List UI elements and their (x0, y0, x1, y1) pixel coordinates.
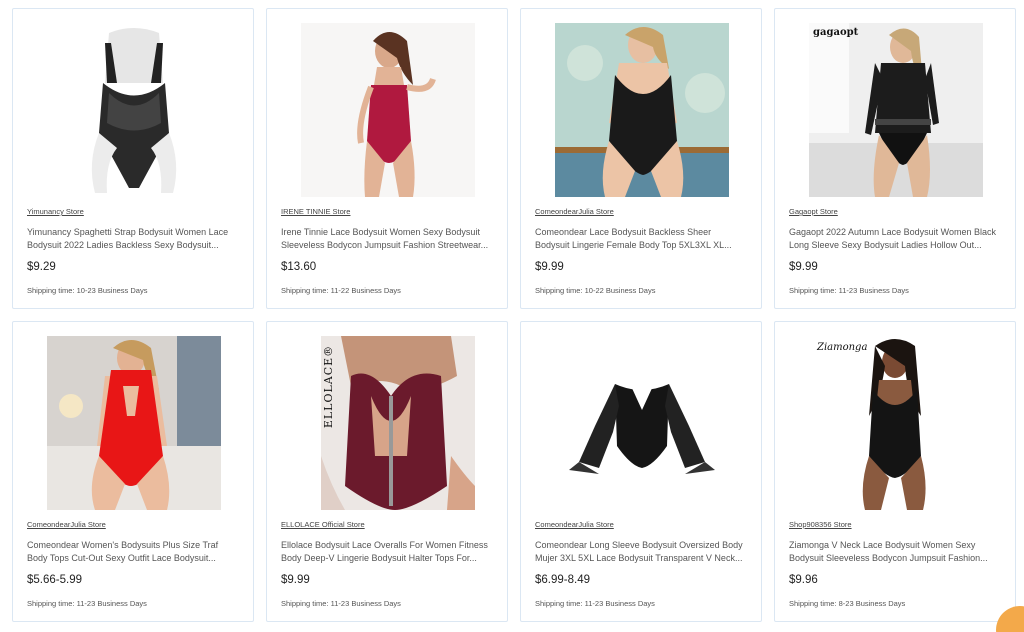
shipping-time: Shipping time: 11-23 Business Days (27, 599, 147, 608)
product-title[interactable]: Ziamonga V Neck Lace Bodysuit Women Sexy… (789, 539, 1001, 565)
brand-logo: Ziamonga (817, 342, 868, 353)
product-card[interactable]: ELLOLACE® ELLOLACE Official Store Ellola… (266, 321, 508, 622)
product-price: $9.99 (535, 261, 564, 273)
shipping-time: Shipping time: 11-23 Business Days (535, 599, 655, 608)
store-link[interactable]: ComeondearJulia Store (535, 520, 614, 529)
shipping-time: Shipping time: 10-23 Business Days (27, 286, 148, 295)
shipping-time: Shipping time: 11-23 Business Days (281, 599, 401, 608)
store-link[interactable]: Yimunancy Store (27, 207, 84, 216)
product-card[interactable]: Ziamonga Shop908356 Store Ziamonga V Nec… (774, 321, 1016, 622)
product-card[interactable]: IRENE TINNIE Store Irene Tinnie Lace Bod… (266, 8, 508, 309)
shipping-time: Shipping time: 8-23 Business Days (789, 599, 906, 608)
product-price: $9.29 (27, 261, 56, 273)
product-title[interactable]: Comeondear Lace Bodysuit Backless Sheer … (535, 226, 747, 252)
product-price: $13.60 (281, 261, 317, 273)
product-image[interactable] (555, 23, 729, 197)
product-title[interactable]: Ellolace Bodysuit Lace Overalls For Wome… (281, 539, 493, 565)
store-link[interactable]: ELLOLACE Official Store (281, 520, 365, 529)
product-image[interactable]: Ziamonga (809, 336, 983, 510)
product-card[interactable]: gagaopt Gagaopt Store Gagaopt 2022 Autum… (774, 8, 1016, 309)
brand-logo: gagaopt (813, 27, 859, 38)
store-link[interactable]: ComeondearJulia Store (535, 207, 614, 216)
shipping-time: Shipping time: 11-23 Business Days (789, 286, 909, 295)
product-title[interactable]: Irene Tinnie Lace Bodysuit Women Sexy Bo… (281, 226, 493, 252)
product-card[interactable]: Yimunancy Store Yimunancy Spaghetti Stra… (12, 8, 254, 309)
product-image[interactable] (555, 336, 729, 510)
product-image[interactable] (47, 23, 221, 197)
product-card[interactable]: ComeondearJulia Store Comeondear Lace Bo… (520, 8, 762, 309)
product-card[interactable]: ComeondearJulia Store Comeondear Women's… (12, 321, 254, 622)
product-price: $6.99-8.49 (535, 574, 590, 586)
product-price: $9.99 (789, 261, 818, 273)
product-image[interactable]: ELLOLACE® (301, 336, 475, 510)
product-image[interactable]: gagaopt (809, 23, 983, 197)
brand-logo: ELLOLACE® (322, 344, 336, 429)
product-card[interactable]: ComeondearJulia Store Comeondear Long Sl… (520, 321, 762, 622)
product-title[interactable]: Yimunancy Spaghetti Strap Bodysuit Women… (27, 226, 239, 252)
product-title[interactable]: Comeondear Women's Bodysuits Plus Size T… (27, 539, 239, 565)
store-link[interactable]: ComeondearJulia Store (27, 520, 106, 529)
product-price: $9.99 (281, 574, 310, 586)
product-price: $9.96 (789, 574, 818, 586)
store-link[interactable]: IRENE TINNIE Store (281, 207, 350, 216)
shipping-time: Shipping time: 11-22 Business Days (281, 286, 401, 295)
product-title[interactable]: Gagaopt 2022 Autumn Lace Bodysuit Women … (789, 226, 1001, 252)
product-image[interactable] (47, 336, 221, 510)
product-title[interactable]: Comeondear Long Sleeve Bodysuit Oversize… (535, 539, 747, 565)
shipping-time: Shipping time: 10-22 Business Days (535, 286, 656, 295)
store-link[interactable]: Shop908356 Store (789, 520, 852, 529)
product-price: $5.66-5.99 (27, 574, 82, 586)
product-image[interactable] (301, 23, 475, 197)
product-grid: Yimunancy Store Yimunancy Spaghetti Stra… (12, 8, 1016, 622)
store-link[interactable]: Gagaopt Store (789, 207, 838, 216)
